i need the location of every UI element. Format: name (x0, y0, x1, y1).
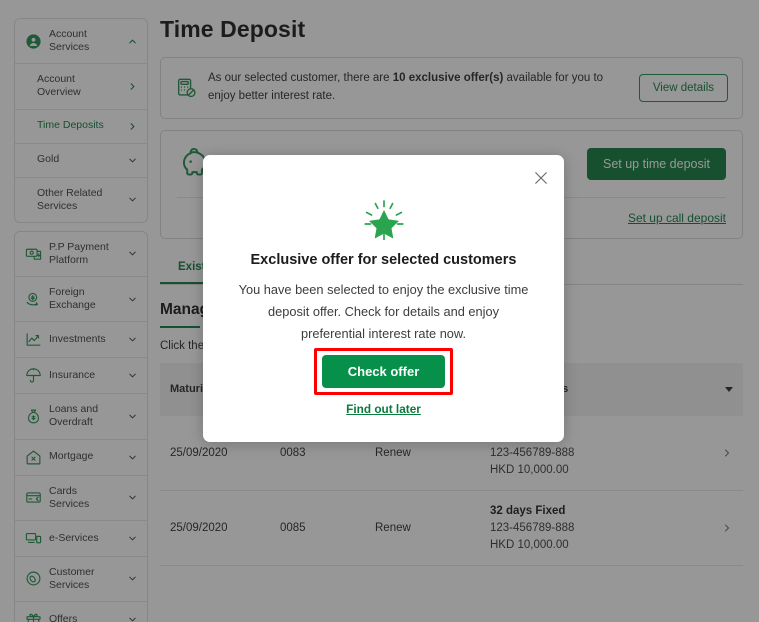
sparkle-star-icon (361, 200, 407, 240)
close-icon[interactable] (532, 169, 550, 187)
find-out-later-link[interactable]: Find out later (237, 402, 530, 416)
modal-body-text: You have been selected to enjoy the excl… (237, 279, 530, 345)
app-root: Account Services Account Overview Time D… (0, 0, 759, 622)
exclusive-offer-modal: Exclusive offer for selected customers Y… (203, 155, 564, 442)
modal-title: Exclusive offer for selected customers (237, 252, 530, 268)
check-offer-button[interactable]: Check offer (322, 355, 446, 388)
cta-highlight-wrapper: Check offer (322, 355, 446, 388)
